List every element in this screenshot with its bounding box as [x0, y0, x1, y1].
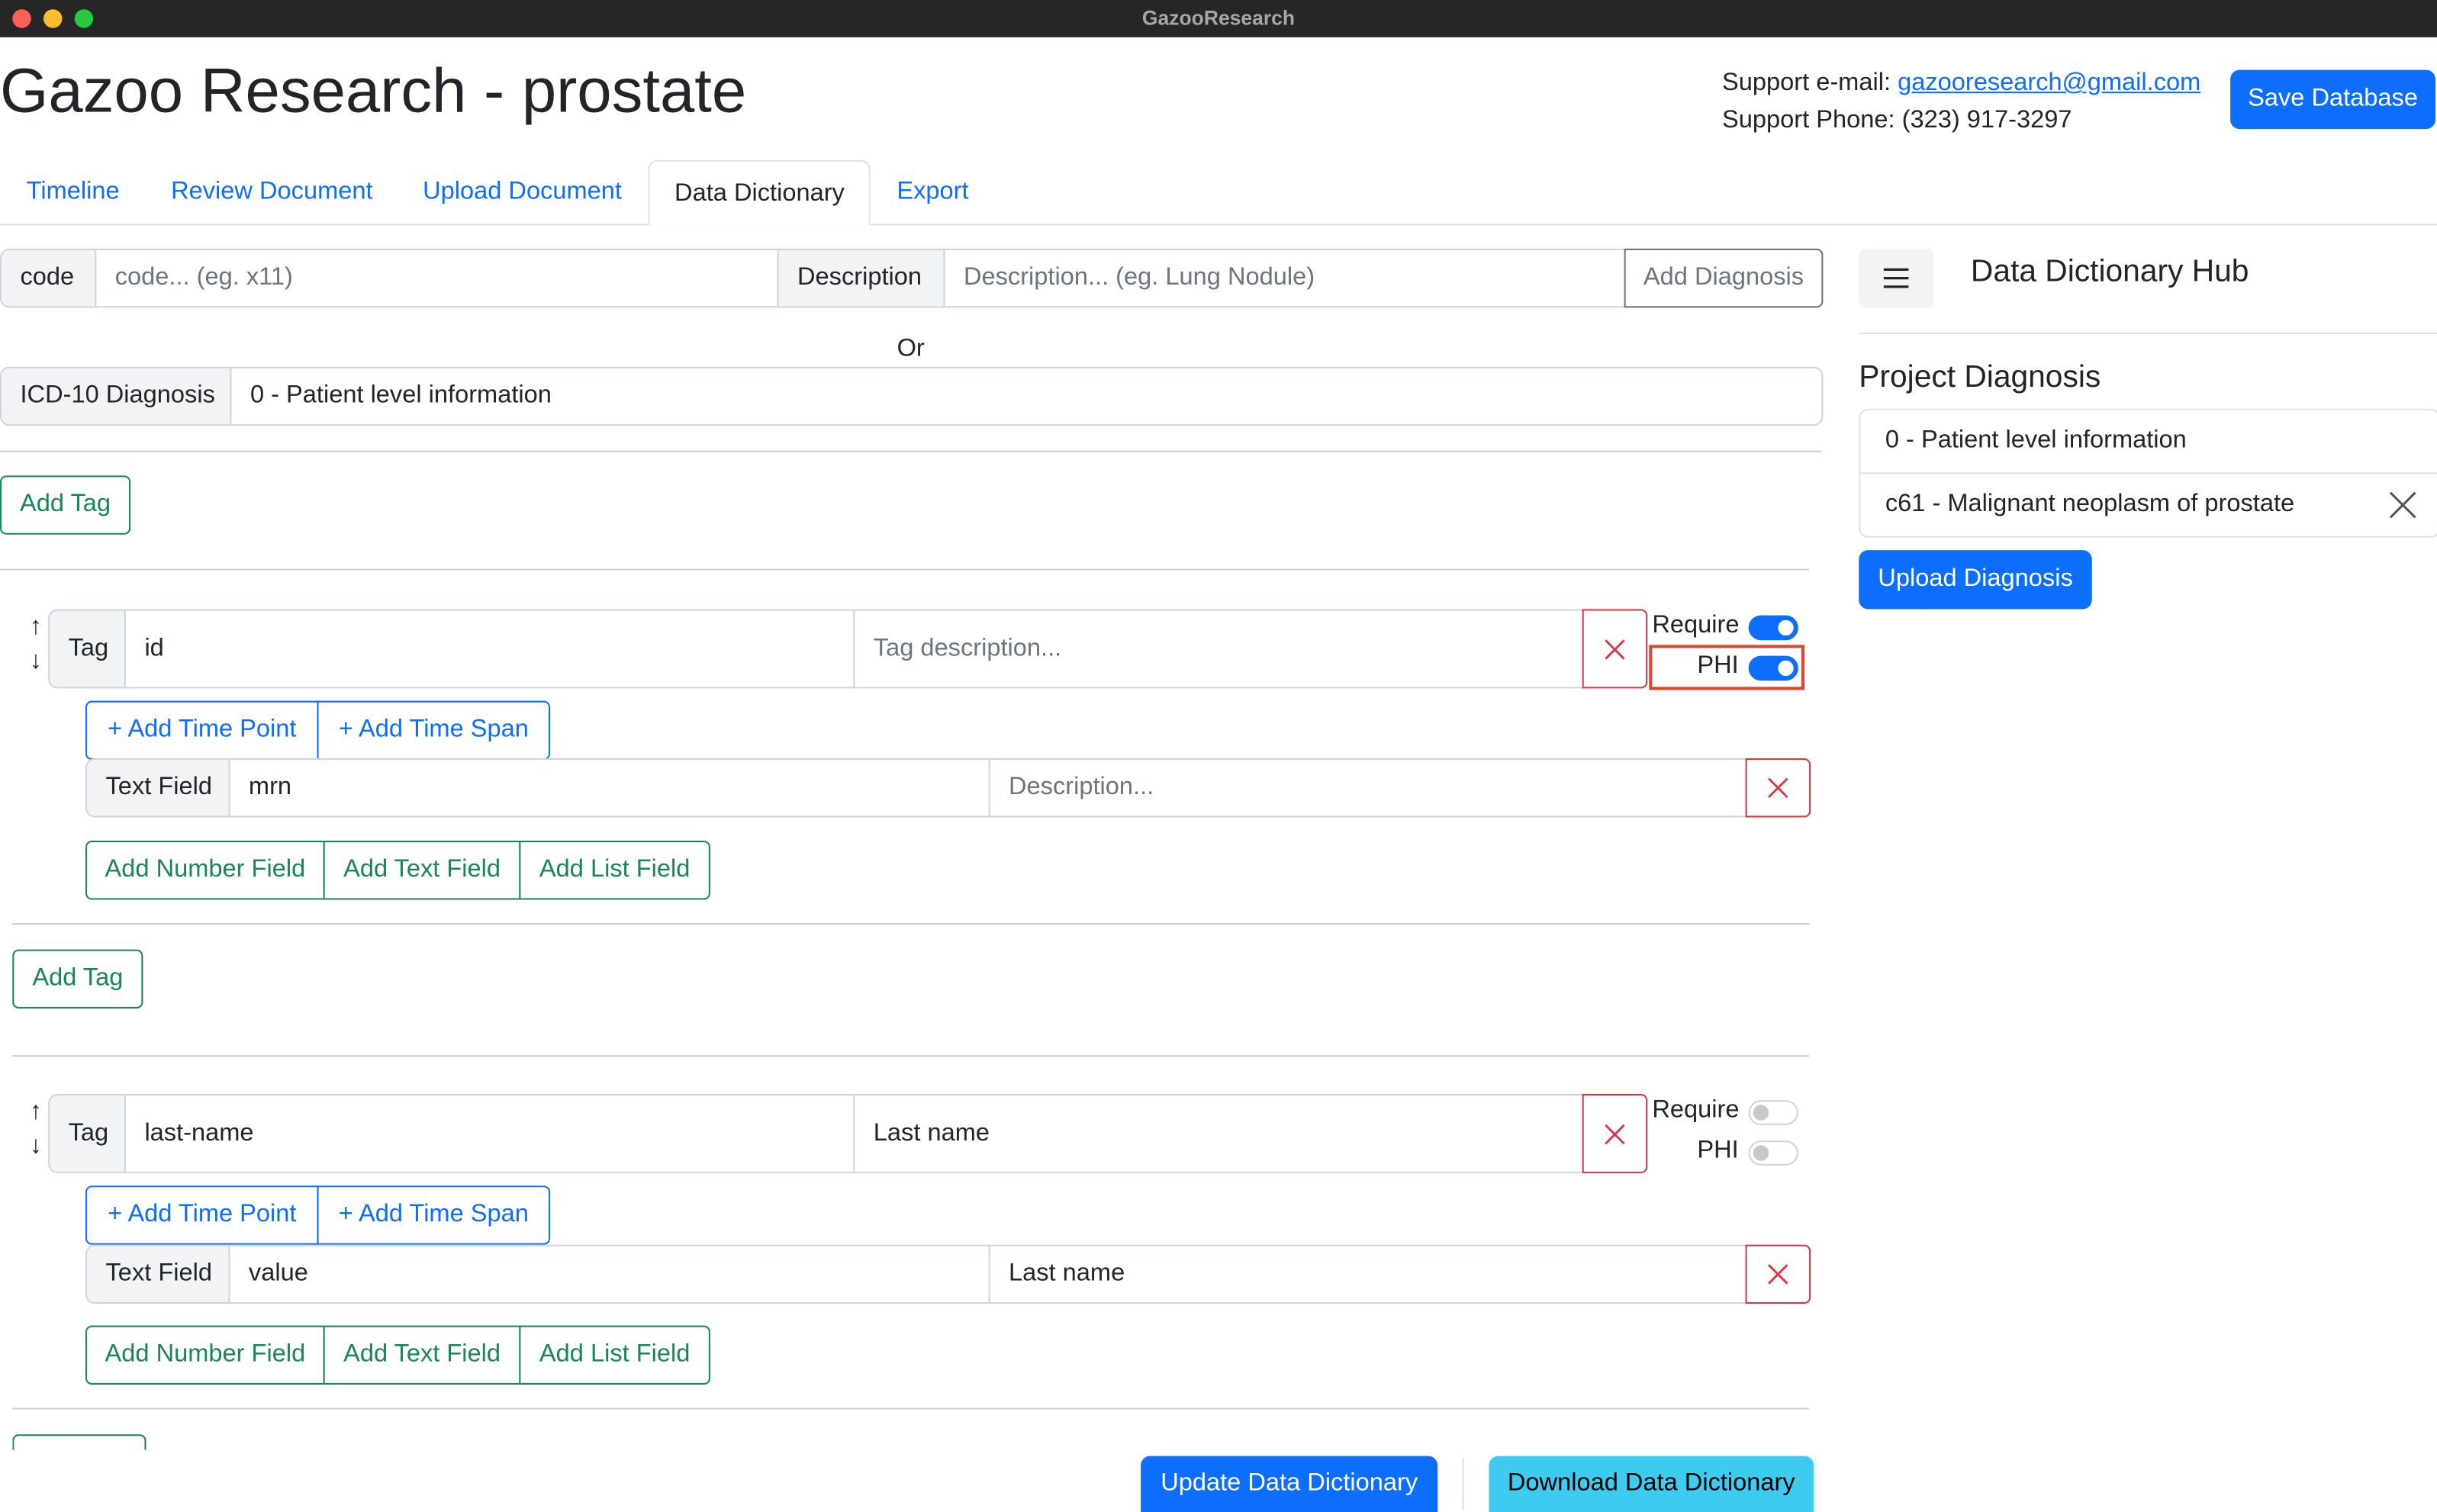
add-time-point-button[interactable]: + Add Time Point: [85, 700, 319, 761]
window-title: GazooResearch: [1141, 6, 1296, 30]
add-diagnosis-button[interactable]: Add Diagnosis: [1624, 248, 1824, 308]
add-number-field-button[interactable]: Add Number Field: [85, 1325, 325, 1385]
list-item[interactable]: c61 - Malignant neoplasm of prostate: [1860, 474, 2437, 536]
hamburger-icon: [1883, 268, 1909, 288]
tag-input-group: Tag id Tag description...: [48, 609, 1585, 689]
delete-tag-button[interactable]: [1582, 1094, 1648, 1173]
require-toggle[interactable]: [1748, 615, 1798, 641]
delete-field-button[interactable]: [1745, 758, 1811, 818]
close-icon: [1768, 1264, 1788, 1285]
support-phone-label: Support Phone:: [1721, 107, 1895, 134]
support-phone: (323) 917-3297: [1901, 107, 2072, 134]
field-description-input[interactable]: Description...: [990, 760, 1746, 816]
divider: [1462, 1457, 1464, 1510]
download-data-dictionary-button[interactable]: Download Data Dictionary: [1489, 1456, 1814, 1512]
tab-data-dictionary[interactable]: Data Dictionary: [648, 159, 871, 226]
icd-input-group: ICD-10 Diagnosis 0 - Patient level infor…: [0, 366, 1824, 426]
support-email-link[interactable]: gazooresearch@gmail.com: [1898, 70, 2200, 97]
arrow-down-icon[interactable]: ↓: [25, 1130, 47, 1164]
field-input-group: Text Field mrn Description...: [85, 758, 1747, 818]
description-label: Description: [778, 249, 945, 307]
tab-timeline[interactable]: Timeline: [2, 160, 144, 222]
scroll-fade: [0, 1449, 1088, 1512]
icd-label: ICD-10 Diagnosis: [2, 368, 232, 425]
field-name-input[interactable]: value: [230, 1246, 990, 1303]
support-email-label: Support e-mail:: [1721, 69, 1891, 97]
arrow-down-icon[interactable]: ↓: [25, 645, 47, 679]
add-text-field-button[interactable]: Add Text Field: [323, 841, 521, 900]
sidebar-divider: [1859, 332, 2437, 334]
tag-name-input[interactable]: id: [126, 610, 855, 687]
tag-label: Tag: [50, 1095, 126, 1172]
diagnosis-input-group: code code... (eg. x11) Description Descr…: [0, 248, 1626, 308]
tab-export[interactable]: Export: [872, 160, 993, 222]
add-list-field-button[interactable]: Add List Field: [519, 1325, 710, 1385]
close-icon: [1605, 639, 1625, 659]
icd-diagnosis-select[interactable]: 0 - Patient level information: [232, 368, 1822, 424]
add-text-field-button[interactable]: Add Text Field: [323, 1325, 521, 1385]
require-label: Require: [1652, 612, 1740, 639]
code-input[interactable]: code... (eg. x11): [96, 249, 779, 307]
upload-diagnosis-button[interactable]: Upload Diagnosis: [1859, 550, 2092, 610]
diagnosis-label: c61 - Malignant neoplasm of prostate: [1885, 491, 2295, 518]
tag-label: Tag: [50, 610, 126, 687]
tab-upload-document[interactable]: Upload Document: [398, 160, 646, 222]
delete-field-button[interactable]: [1745, 1244, 1811, 1305]
divider: [12, 922, 1810, 925]
add-tag-button[interactable]: Add Tag: [12, 949, 143, 1009]
phi-highlight-box: [1649, 645, 1804, 690]
tag-input-group: Tag last-name Last name: [48, 1094, 1585, 1173]
phi-label: PHI: [1697, 1137, 1739, 1164]
field-input-group: Text Field value Last name: [85, 1244, 1747, 1305]
tag-description-input[interactable]: Last name: [855, 1095, 1583, 1172]
page-title: Gazoo Research - prostate: [0, 57, 747, 126]
phi-toggle[interactable]: [1748, 1140, 1798, 1166]
nav-tabs: Timeline Review Document Upload Document…: [0, 159, 2437, 226]
close-icon: [1605, 1123, 1625, 1144]
divider: [12, 1407, 1810, 1410]
add-time-span-button[interactable]: + Add Time Span: [317, 1185, 551, 1245]
divider: [0, 568, 1810, 571]
description-input[interactable]: Description... (eg. Lung Nodule): [945, 250, 1624, 306]
list-item[interactable]: 0 - Patient level information: [1860, 410, 2437, 475]
close-icon: [1768, 777, 1788, 798]
field-type-label: Text Field: [87, 1246, 230, 1303]
add-list-field-button[interactable]: Add List Field: [519, 841, 710, 900]
support-info: Support e-mail: gazooresearch@gmail.com …: [1722, 66, 2200, 140]
diagnosis-label: 0 - Patient level information: [1885, 427, 2187, 454]
reorder-arrows[interactable]: ↑ ↓: [25, 1095, 47, 1164]
project-diagnosis-list: 0 - Patient level information c61 - Mali…: [1859, 408, 2437, 538]
tag-description-input[interactable]: Tag description...: [855, 611, 1583, 687]
divider: [0, 450, 1822, 452]
menu-button[interactable]: [1859, 248, 1934, 308]
add-time-span-button[interactable]: + Add Time Span: [317, 700, 551, 761]
code-label: code: [2, 249, 97, 307]
add-number-field-button[interactable]: Add Number Field: [85, 841, 325, 900]
divider: [12, 1055, 1810, 1057]
delete-tag-button[interactable]: [1582, 609, 1648, 689]
reorder-arrows[interactable]: ↑ ↓: [25, 611, 47, 680]
require-label: Require: [1652, 1097, 1740, 1124]
add-tag-button[interactable]: Add Tag: [0, 475, 131, 535]
window-titlebar: GazooResearch: [0, 0, 2437, 37]
hub-title: Data Dictionary Hub: [1970, 255, 2249, 289]
add-time-point-button[interactable]: + Add Time Point: [85, 1185, 319, 1245]
project-diagnosis-title: Project Diagnosis: [1859, 360, 2101, 395]
arrow-up-icon[interactable]: ↑: [25, 1095, 47, 1130]
or-text: Or: [897, 335, 925, 362]
tab-review-document[interactable]: Review Document: [146, 160, 398, 222]
update-data-dictionary-button[interactable]: Update Data Dictionary: [1141, 1456, 1438, 1512]
save-database-button[interactable]: Save Database: [2230, 69, 2435, 130]
arrow-up-icon[interactable]: ↑: [25, 611, 47, 645]
field-name-input[interactable]: mrn: [230, 760, 990, 816]
require-toggle[interactable]: [1748, 1100, 1798, 1125]
field-description-input[interactable]: Last name: [990, 1247, 1746, 1302]
field-type-label: Text Field: [87, 760, 230, 816]
tag-name-input[interactable]: last-name: [126, 1095, 855, 1172]
close-icon[interactable]: [2389, 491, 2417, 520]
